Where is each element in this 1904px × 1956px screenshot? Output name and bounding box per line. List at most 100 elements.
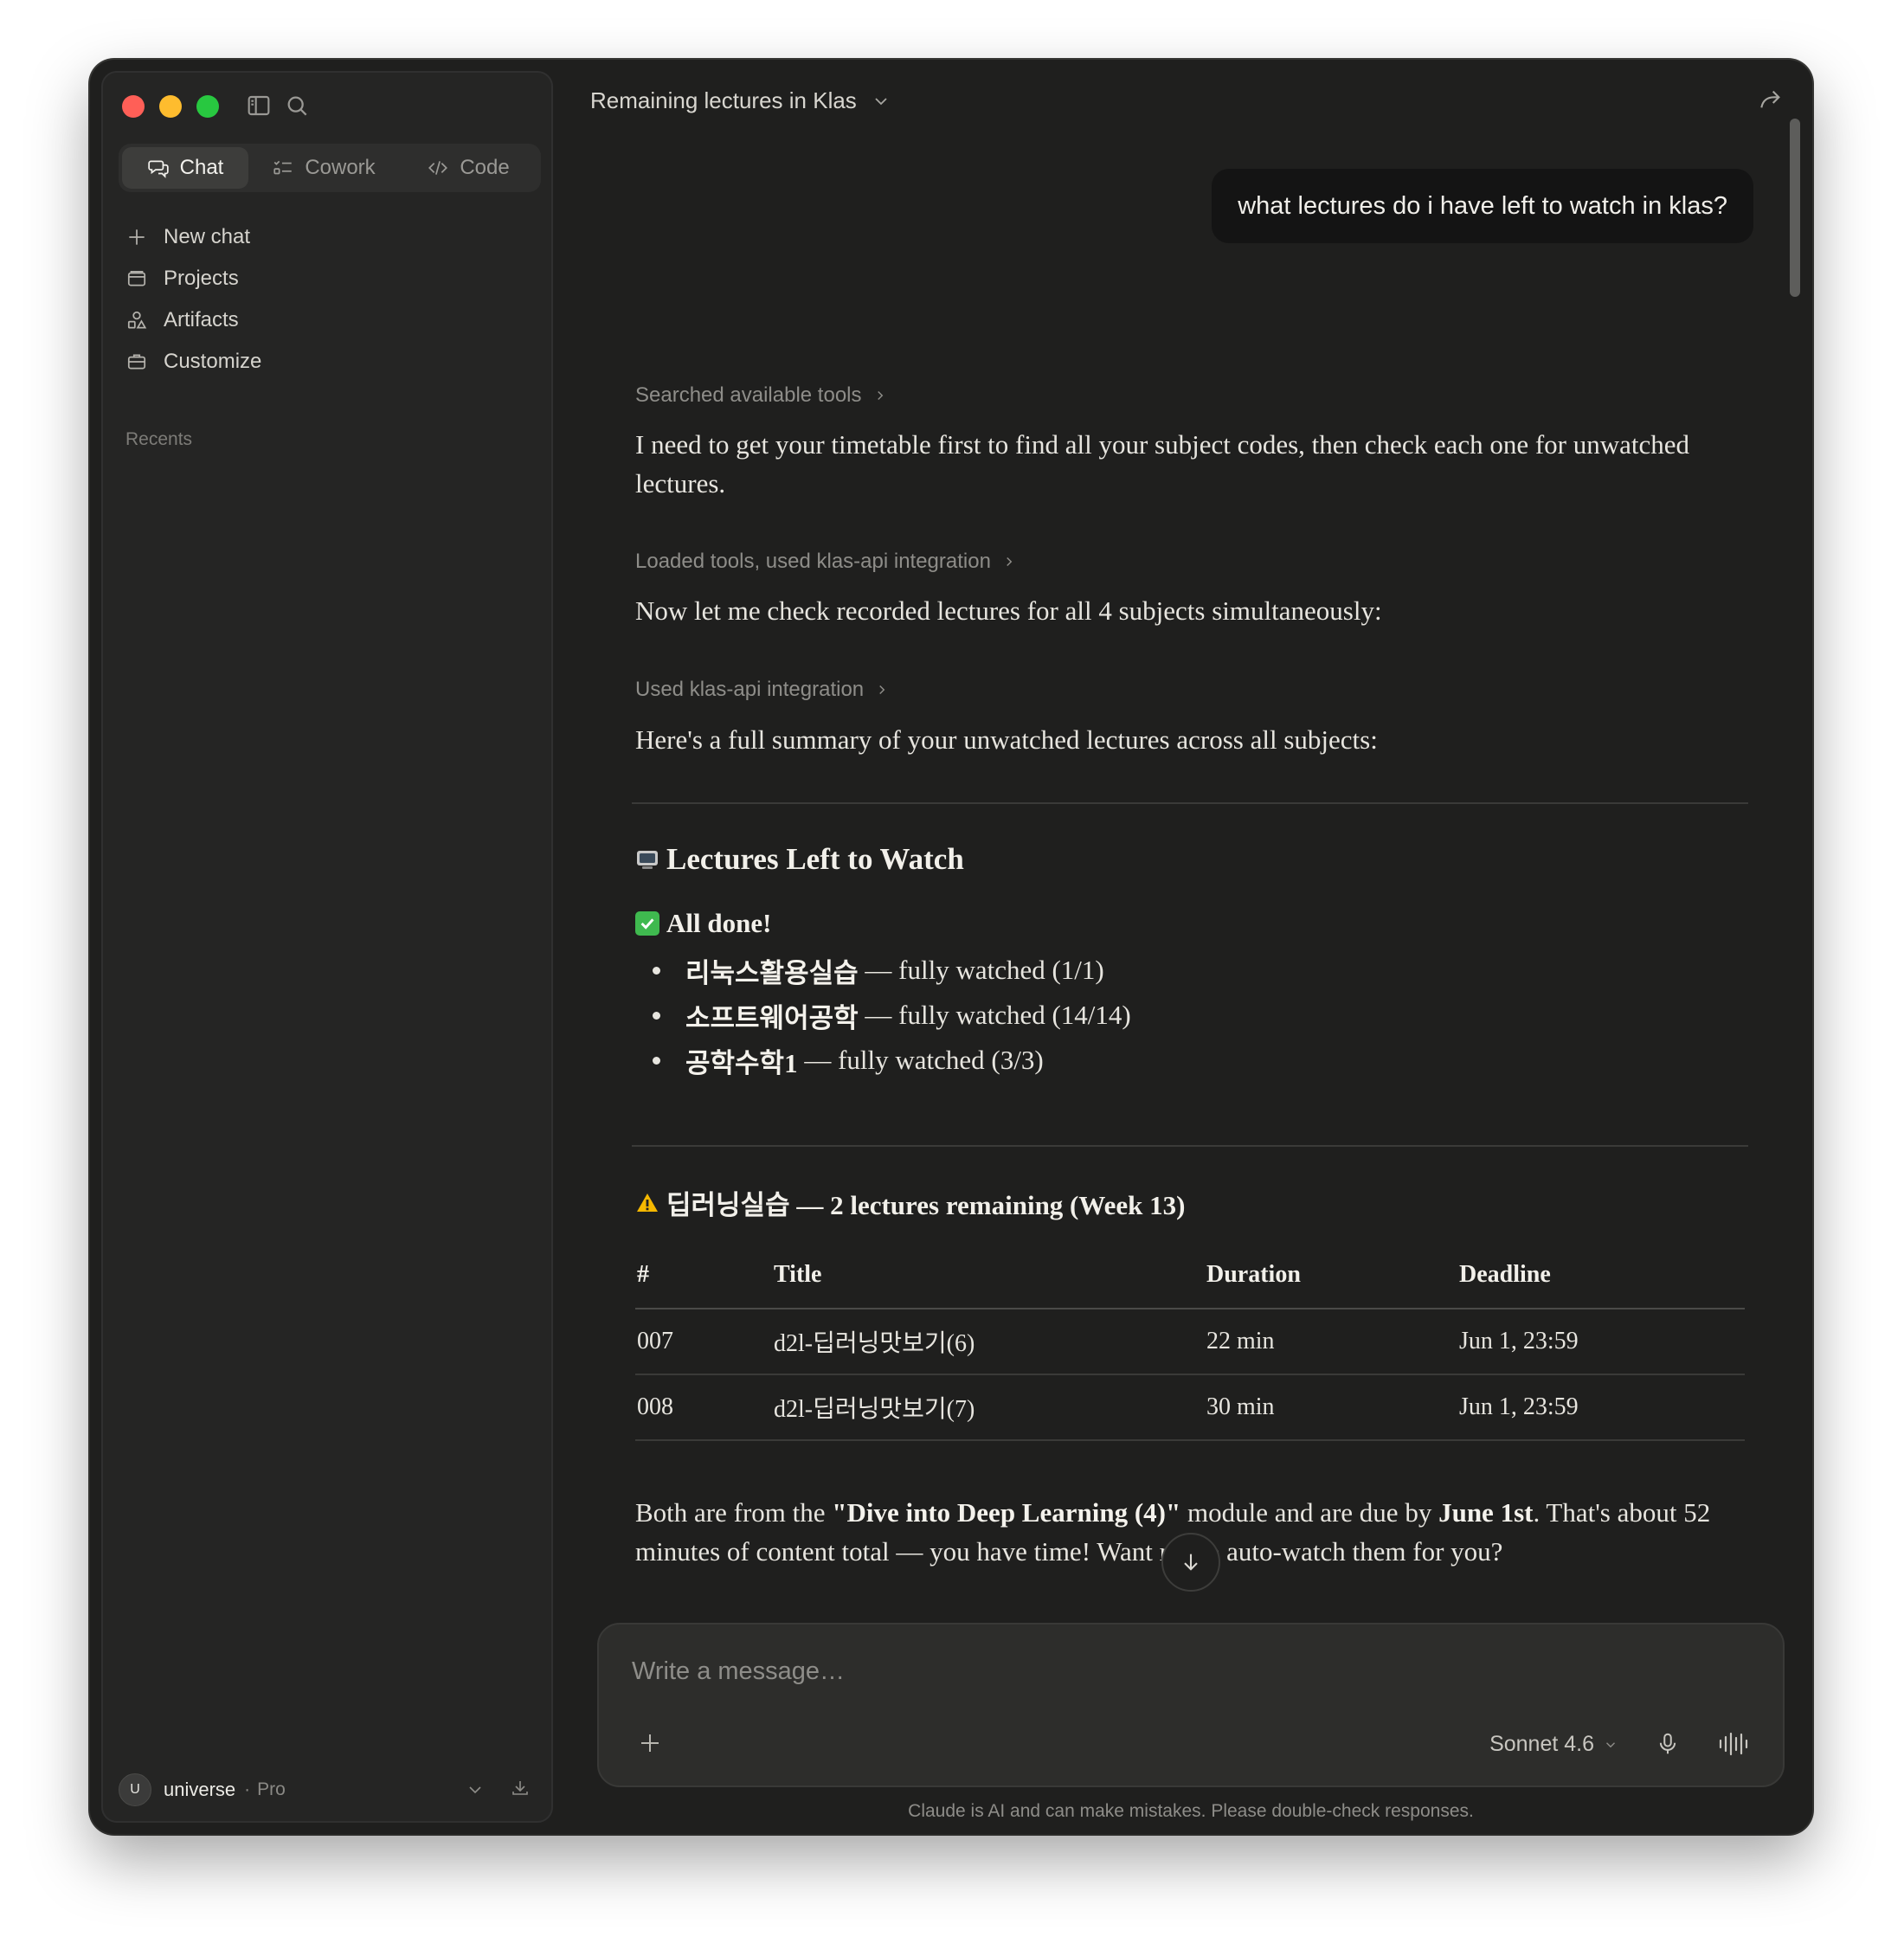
list-item: 공학수학1 — fully watched (3/3) (635, 1038, 1131, 1083)
share-icon[interactable] (1757, 86, 1785, 113)
voice-mode-icon[interactable] (1717, 1730, 1752, 1758)
table-cell: 007 (635, 1309, 772, 1375)
subject-name: 공학수학1 (685, 1047, 798, 1078)
done-heading-text: All done! (666, 908, 772, 938)
maximize-window-button[interactable] (196, 95, 219, 118)
tab-chat[interactable]: Chat (122, 147, 248, 189)
chevron-right-icon (879, 685, 885, 695)
table-cell: 22 min (1205, 1309, 1457, 1375)
check-mark-icon (635, 911, 659, 936)
sidebar: Chat Cowork Code New chat Projects Artif… (101, 71, 553, 1823)
closing-bold: "Dive into Deep Learning (4)" (832, 1497, 1181, 1528)
table-cell: 008 (635, 1374, 772, 1441)
divider (632, 802, 1748, 804)
response-paragraph: Here's a full summary of your unwatched … (635, 724, 1378, 755)
response-paragraph: I need to get your timetable first to fi… (635, 429, 1690, 499)
tool-step-2[interactable]: Loaded tools, used klas-api integration (635, 550, 1017, 574)
checklist-icon (273, 160, 293, 175)
add-attachment-icon[interactable] (637, 1730, 663, 1756)
closing-text: Both are from the (635, 1497, 833, 1528)
chevron-down-icon (1606, 1741, 1615, 1747)
download-icon[interactable] (510, 1778, 531, 1798)
table-row: 007 d2l-딥러닝맛보기(6) 22 min Jun 1, 23:59 (635, 1309, 1745, 1375)
chevron-right-icon (1007, 557, 1013, 567)
scrollbar[interactable] (1790, 119, 1800, 297)
model-name: Sonnet 4.6 (1489, 1732, 1594, 1756)
list-item: 소프트웨어공학 — fully watched (14/14) (635, 993, 1131, 1038)
closing-text: module and are due by (1180, 1497, 1439, 1528)
column-header: Title (772, 1242, 1205, 1309)
message-input[interactable]: Write a message… (632, 1657, 845, 1686)
mode-tabs: Chat Cowork Code (119, 144, 541, 192)
nav-artifacts-label: Artifacts (164, 308, 239, 331)
table-cell: Jun 1, 23:59 (1457, 1374, 1745, 1441)
done-heading: All done! (635, 908, 771, 939)
user-plan: Pro (257, 1779, 286, 1799)
nav-customize-label: Customize (164, 350, 262, 373)
table-cell: d2l-딥러닝맛보기(6) (772, 1309, 1205, 1375)
user-message-text: what lectures do i have left to watch in… (1238, 191, 1727, 220)
done-list: 리눅스활용실습 — fully watched (1/1) 소프트웨어공학 — … (635, 948, 1131, 1083)
nav-new-chat[interactable]: New chat (125, 220, 250, 254)
tool-step-3[interactable]: Used klas-api integration (635, 678, 890, 702)
summary-heading-text: Lectures Left to Watch (666, 842, 964, 876)
nav-artifacts[interactable]: Artifacts (125, 303, 239, 338)
shapes-icon (127, 311, 147, 329)
nav-projects[interactable]: Projects (125, 261, 239, 296)
column-header: # (635, 1242, 772, 1309)
nav-customize[interactable]: Customize (125, 344, 261, 379)
subject-name: 소프트웨어공학 (685, 1002, 859, 1033)
conversation-title[interactable]: Remaining lectures in Klas (590, 87, 891, 114)
list-item: 리눅스활용실습 — fully watched (1/1) (635, 948, 1131, 993)
subject-status: — fully watched (3/3) (804, 1045, 1044, 1075)
code-brackets-icon (428, 161, 448, 175)
tab-chat-label: Chat (179, 156, 224, 179)
tool-step-1[interactable]: Searched available tools (635, 383, 888, 408)
folder-icon (127, 271, 146, 286)
summary-heading: Lectures Left to Watch (635, 842, 964, 877)
disclaimer: Claude is AI and can make mistakes. Plea… (908, 1801, 1474, 1821)
divider (632, 1145, 1748, 1147)
chevron-down-icon[interactable] (465, 1779, 486, 1800)
subject-status: — fully watched (14/14) (865, 1000, 1131, 1030)
closing-bold: June 1st (1438, 1497, 1534, 1528)
sidebar-toggle-icon[interactable] (245, 92, 273, 119)
search-icon[interactable] (283, 92, 311, 119)
model-selector[interactable]: Sonnet 4.6 (1489, 1732, 1618, 1757)
chevron-right-icon (877, 390, 883, 401)
plus-icon (129, 229, 145, 245)
chat-bubbles-icon (147, 160, 169, 178)
briefcase-icon (127, 354, 146, 370)
tab-cowork-label: Cowork (305, 156, 376, 179)
table-cell: 30 min (1205, 1374, 1457, 1441)
user-plan-separator: · (244, 1779, 251, 1799)
table-cell: Jun 1, 23:59 (1457, 1309, 1745, 1375)
subject-name: 리눅스활용실습 (685, 957, 859, 988)
response-paragraph: Now let me check recorded lectures for a… (635, 595, 1382, 626)
conversation-title-text: Remaining lectures in Klas (590, 87, 857, 113)
microphone-icon[interactable] (1655, 1730, 1681, 1758)
minimize-window-button[interactable] (159, 95, 182, 118)
close-window-button[interactable] (122, 95, 145, 118)
subject-status: — fully watched (1/1) (865, 955, 1104, 985)
lectures-table: # Title Duration Deadline 007 d2l-딥러닝맛보기… (635, 1242, 1745, 1441)
message-composer[interactable]: Write a message… Sonnet 4.6 (597, 1623, 1785, 1787)
tab-code[interactable]: Code (399, 147, 537, 189)
chevron-down-icon (875, 97, 887, 105)
tab-cowork[interactable]: Cowork (259, 147, 389, 189)
table-header-row: # Title Duration Deadline (635, 1242, 1745, 1309)
scroll-to-bottom-button[interactable] (1161, 1533, 1220, 1592)
table-cell: d2l-딥러닝맛보기(7) (772, 1374, 1205, 1441)
remaining-heading-text: 딥러닝실습 — 2 lectures remaining (Week 13) (666, 1190, 1186, 1220)
tv-icon (635, 847, 659, 872)
column-header: Duration (1205, 1242, 1457, 1309)
nav-new-chat-label: New chat (164, 225, 251, 248)
tool-step-2-label: Loaded tools, used klas-api integration (635, 550, 991, 573)
recents-heading: Recents (125, 429, 193, 449)
nav-projects-label: Projects (164, 267, 239, 290)
tab-code-label: Code (460, 156, 510, 179)
app-window: Chat Cowork Code New chat Projects Artif… (90, 60, 1812, 1834)
warning-icon (635, 1191, 659, 1215)
user-name: universe (164, 1779, 236, 1800)
user-menu[interactable]: U universe · Pro (119, 1773, 539, 1807)
